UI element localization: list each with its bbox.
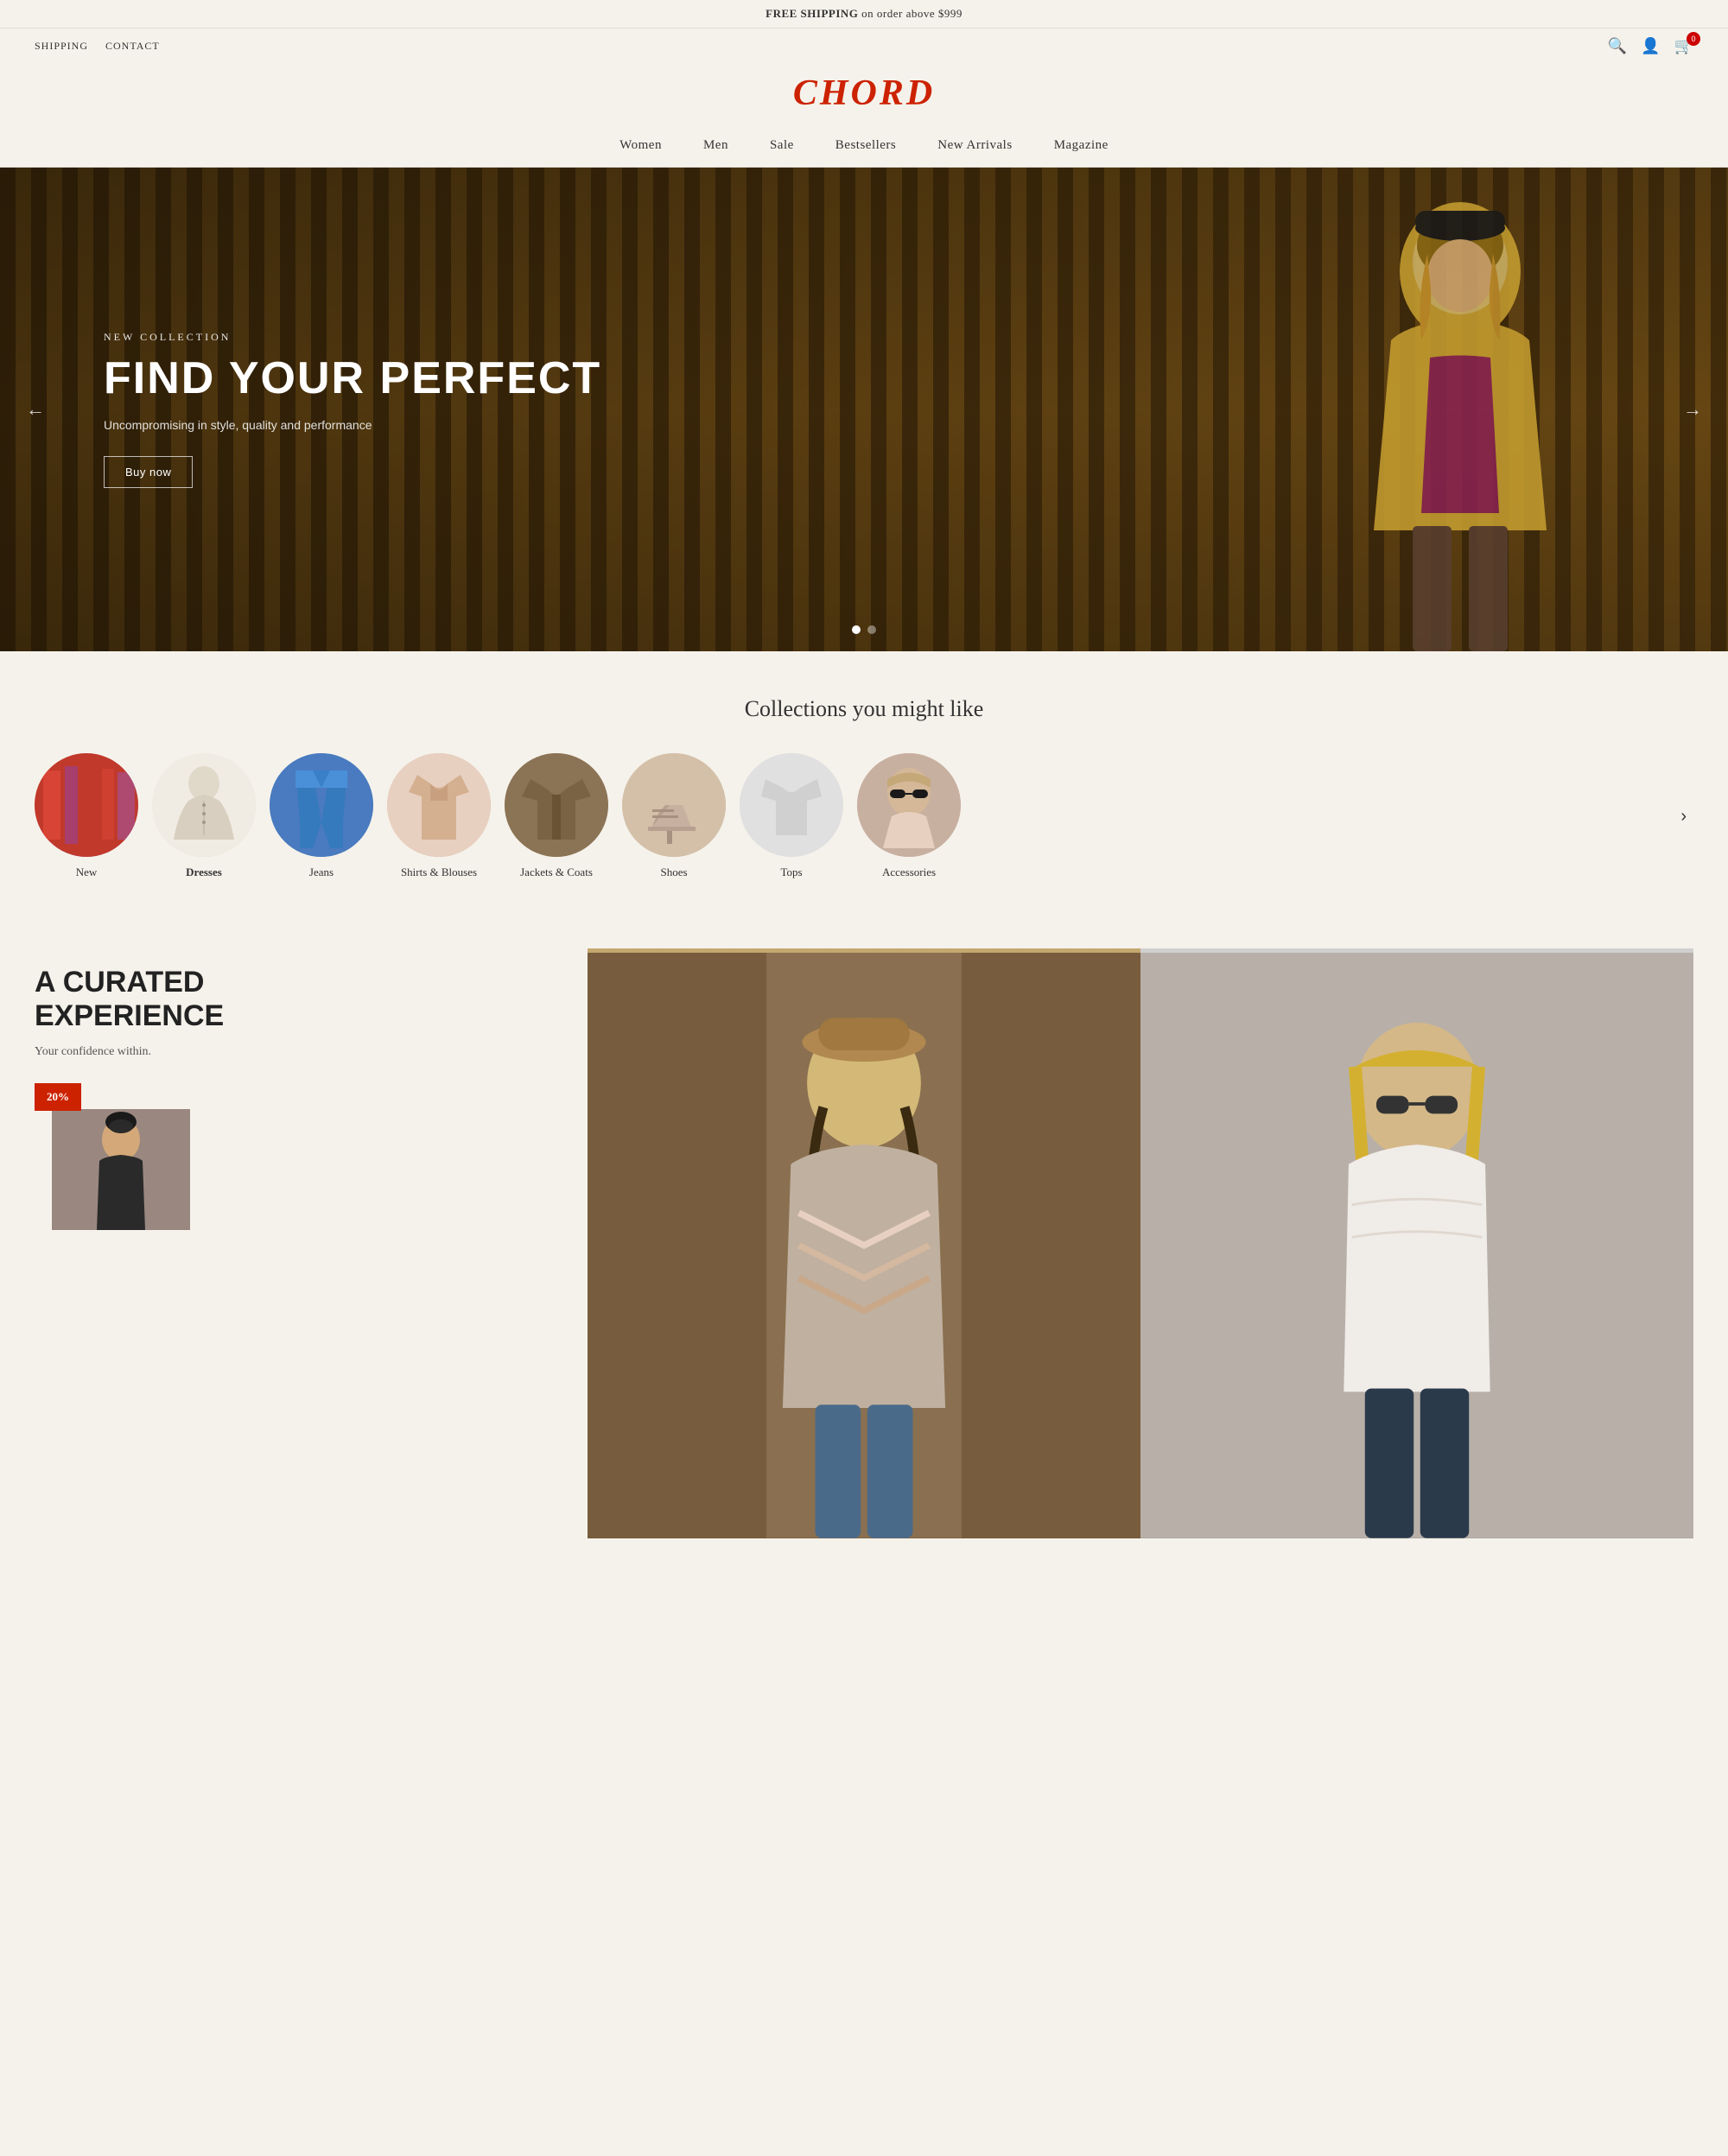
hero-cta-button[interactable]: Buy now (104, 456, 193, 488)
collection-circle-jeans (270, 753, 373, 857)
nav-women[interactable]: Women (619, 138, 662, 153)
main-nav: Women Men Sale Bestsellers New Arrivals … (0, 126, 1728, 168)
utility-nav: SHIPPING CONTACT 🔍 👤 🛒 0 (0, 29, 1728, 64)
hero-label: NEW COLLECTION (104, 331, 601, 344)
account-button[interactable]: 👤 (1641, 37, 1660, 55)
utility-nav-left: SHIPPING CONTACT (35, 40, 160, 53)
hero-prev-button[interactable]: ← (26, 398, 45, 421)
collection-label-accessories: Accessories (882, 866, 936, 879)
hero-title: FIND YOUR PERFECT (104, 354, 601, 403)
announcement-text: on order above $999 (861, 7, 962, 20)
collection-item-accessories[interactable]: Accessories (857, 753, 961, 879)
collections-scroll: New Dresses (35, 753, 1674, 879)
hero-section: NEW COLLECTION FIND YOUR PERFECT Uncompr… (0, 168, 1728, 651)
user-icon: 👤 (1641, 37, 1660, 54)
logo[interactable]: CHORD (0, 73, 1728, 114)
collection-item-tops[interactable]: Tops (740, 753, 843, 879)
nav-magazine[interactable]: Magazine (1054, 138, 1109, 153)
hero-dot-2[interactable] (867, 625, 876, 634)
collection-label-tops: Tops (780, 866, 802, 879)
collection-item-dresses[interactable]: Dresses (152, 753, 256, 879)
collection-circle-shirts (387, 753, 491, 857)
nav-bestsellers[interactable]: Bestsellers (835, 138, 897, 153)
collections-next-button[interactable]: › (1674, 807, 1693, 827)
collection-label-shirts: Shirts & Blouses (401, 866, 477, 879)
announcement-text-bold: FREE SHIPPING (766, 7, 858, 20)
collection-circle-dresses (152, 753, 256, 857)
nav-men[interactable]: Men (703, 138, 728, 153)
collection-circle-accessories (857, 753, 961, 857)
cart-badge: 0 (1687, 32, 1700, 46)
hero-dot-1[interactable] (852, 625, 861, 634)
nav-sale[interactable]: Sale (770, 138, 794, 153)
contact-link[interactable]: CONTACT (105, 40, 160, 53)
hero-model (1279, 185, 1642, 651)
utility-nav-right: 🔍 👤 🛒 0 (1608, 37, 1693, 55)
hero-dots (852, 625, 876, 634)
curated-text: A CURATED EXPERIENCE Your confidence wit… (35, 948, 588, 1538)
collection-item-new[interactable]: New (35, 753, 138, 879)
logo-section: CHORD (0, 64, 1728, 126)
announcement-bar: FREE SHIPPING on order above $999 (0, 0, 1728, 29)
collection-item-shirts[interactable]: Shirts & Blouses (387, 753, 491, 879)
hero-content: NEW COLLECTION FIND YOUR PERFECT Uncompr… (0, 331, 601, 487)
collections-section: Collections you might like New (0, 651, 1728, 914)
collection-label-new: New (76, 866, 98, 879)
collection-label-shoes: Shoes (660, 866, 687, 879)
curated-small-image (52, 1109, 190, 1230)
collection-circle-shoes (622, 753, 726, 857)
hero-next-button[interactable]: → (1683, 398, 1702, 421)
search-button[interactable]: 🔍 (1608, 37, 1627, 55)
collection-label-dresses: Dresses (186, 866, 222, 879)
curated-section: A CURATED EXPERIENCE Your confidence wit… (0, 914, 1728, 1538)
collection-circle-jackets (505, 753, 608, 857)
curated-discount-badge: 20% (35, 1083, 81, 1111)
collection-circle-tops (740, 753, 843, 857)
curated-badge-container: 20% (35, 1083, 207, 1221)
collection-item-shoes[interactable]: Shoes (622, 753, 726, 879)
collection-circle-new (35, 753, 138, 857)
collection-item-jackets[interactable]: Jackets & Coats (505, 753, 608, 879)
curated-right-image (1140, 948, 1693, 1538)
shipping-link[interactable]: SHIPPING (35, 40, 88, 53)
curated-center-image (588, 948, 1140, 1538)
hero-subtitle: Uncompromising in style, quality and per… (104, 418, 601, 432)
curated-subtitle: Your confidence within. (35, 1045, 562, 1059)
search-icon: 🔍 (1608, 37, 1627, 54)
nav-new-arrivals[interactable]: New Arrivals (937, 138, 1012, 153)
collection-item-jeans[interactable]: Jeans (270, 753, 373, 879)
cart-button[interactable]: 🛒 0 (1674, 37, 1693, 55)
collection-label-jeans: Jeans (309, 866, 334, 879)
curated-heading: A CURATED EXPERIENCE (35, 966, 562, 1033)
collection-label-jackets: Jackets & Coats (520, 866, 593, 879)
collections-title: Collections you might like (35, 696, 1693, 722)
collections-row: New Dresses (35, 753, 1693, 879)
